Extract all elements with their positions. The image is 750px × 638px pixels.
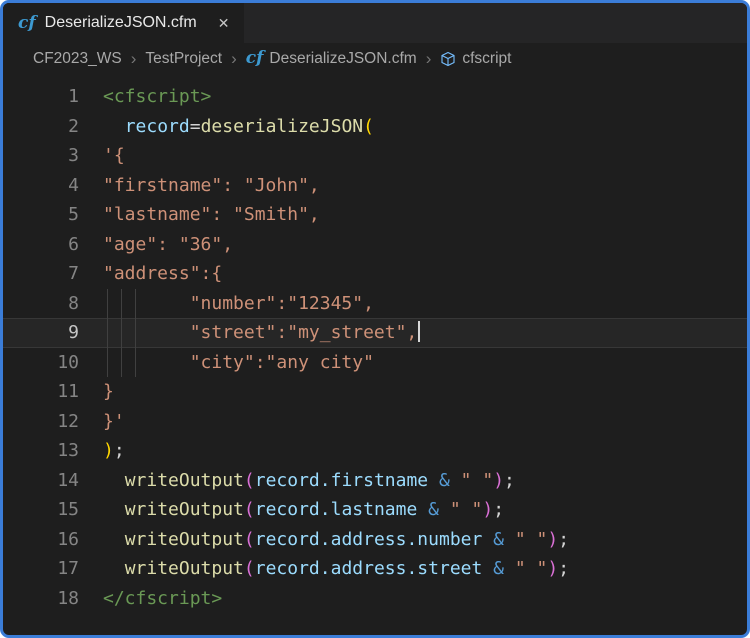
indent-guide (121, 289, 122, 319)
code-line[interactable]: 1<cfscript> (3, 82, 747, 112)
line-number: 13 (3, 436, 93, 466)
code-text: <cfscript> (93, 82, 747, 112)
code-line[interactable]: 3'{ (3, 141, 747, 171)
breadcrumb-item-project[interactable]: TestProject (145, 50, 222, 68)
line-number: 17 (3, 554, 93, 584)
breadcrumb-label: DeserializeJSON.cfm (269, 50, 416, 68)
line-number: 10 (3, 348, 93, 378)
line-number: 5 (3, 200, 93, 230)
indent-guide (107, 289, 108, 319)
code-line[interactable]: 12}' (3, 407, 747, 437)
text-cursor (418, 321, 420, 342)
code-text: writeOutput(record.lastname & " "); (93, 495, 747, 525)
line-number: 9 (3, 318, 93, 348)
code-line[interactable]: 15 writeOutput(record.lastname & " "); (3, 495, 747, 525)
code-line[interactable]: 6"age": "36", (3, 230, 747, 260)
code-line[interactable]: 10 "city":"any city" (3, 348, 747, 378)
code-text: writeOutput(record.address.number & " ")… (93, 525, 747, 555)
line-number: 8 (3, 289, 93, 319)
indent-guide (135, 348, 136, 378)
code-text: "firstname": "John", (93, 171, 747, 201)
code-line[interactable]: 16 writeOutput(record.address.number & "… (3, 525, 747, 555)
line-number: 12 (3, 407, 93, 437)
code-text: }' (93, 407, 747, 437)
code-editor[interactable]: 1<cfscript>2 record=deserializeJSON(3'{4… (3, 74, 747, 635)
module-cube-icon (440, 51, 456, 67)
line-number: 18 (3, 584, 93, 614)
code-line[interactable]: 5"lastname": "Smith", (3, 200, 747, 230)
line-number: 4 (3, 171, 93, 201)
code-text: writeOutput(record.address.street & " ")… (93, 554, 747, 584)
code-text: "city":"any city" (93, 348, 747, 378)
line-number: 16 (3, 525, 93, 555)
line-number: 7 (3, 259, 93, 289)
breadcrumb-item-file[interactable]: cf DeserializeJSON.cfm (246, 50, 417, 68)
code-text: </cfscript> (93, 584, 747, 614)
code-text: ); (93, 436, 747, 466)
chevron-right-icon: › (131, 50, 137, 67)
code-line[interactable]: 18</cfscript> (3, 584, 747, 614)
code-text: writeOutput(record.firstname & " "); (93, 466, 747, 496)
breadcrumb-item-workspace[interactable]: CF2023_WS (33, 50, 122, 68)
code-line[interactable]: 13); (3, 436, 747, 466)
chevron-right-icon: › (426, 50, 432, 67)
tab-label: DeserializeJSON.cfm (45, 14, 197, 32)
indent-guide (121, 348, 122, 378)
line-number: 6 (3, 230, 93, 260)
code-text: "lastname": "Smith", (93, 200, 747, 230)
code-area: 1<cfscript>2 record=deserializeJSON(3'{4… (3, 82, 747, 613)
code-text: "street":"my_street", (93, 318, 747, 348)
tab-deserializejson[interactable]: cf DeserializeJSON.cfm ✕ (3, 3, 244, 43)
breadcrumb-label: cfscript (462, 50, 511, 68)
code-line[interactable]: 11} (3, 377, 747, 407)
code-line[interactable]: 2 record=deserializeJSON( (3, 112, 747, 142)
code-text: "age": "36", (93, 230, 747, 260)
tab-bar: cf DeserializeJSON.cfm ✕ (3, 3, 747, 43)
indent-guide (107, 348, 108, 378)
chevron-right-icon: › (231, 50, 237, 67)
line-number: 11 (3, 377, 93, 407)
breadcrumb-item-symbol[interactable]: cfscript (440, 50, 511, 68)
line-number: 15 (3, 495, 93, 525)
close-icon[interactable]: ✕ (218, 15, 230, 32)
code-line[interactable]: 4"firstname": "John", (3, 171, 747, 201)
breadcrumb-label: TestProject (145, 50, 222, 68)
code-line[interactable]: 7"address":{ (3, 259, 747, 289)
indent-guide (107, 318, 108, 348)
breadcrumb: CF2023_WS › TestProject › cf Deserialize… (3, 43, 747, 74)
code-text: '{ (93, 141, 747, 171)
breadcrumb-label: CF2023_WS (33, 50, 122, 68)
indent-guide (135, 318, 136, 348)
indent-guide (121, 318, 122, 348)
indent-guide (135, 289, 136, 319)
code-line[interactable]: 8 "number":"12345", (3, 289, 747, 319)
code-text: } (93, 377, 747, 407)
code-line[interactable]: 14 writeOutput(record.firstname & " "); (3, 466, 747, 496)
line-number: 2 (3, 112, 93, 142)
code-text: record=deserializeJSON( (93, 112, 747, 142)
code-line[interactable]: 17 writeOutput(record.address.street & "… (3, 554, 747, 584)
coldfusion-file-icon: cf (18, 15, 36, 32)
code-text: "address":{ (93, 259, 747, 289)
vscode-window: cf DeserializeJSON.cfm ✕ CF2023_WS › Tes… (0, 0, 750, 638)
coldfusion-file-icon: cf (246, 50, 264, 67)
code-text: "number":"12345", (93, 289, 747, 319)
line-number: 3 (3, 141, 93, 171)
code-line[interactable]: 9 "street":"my_street", (3, 318, 747, 348)
line-number: 1 (3, 82, 93, 112)
line-number: 14 (3, 466, 93, 496)
